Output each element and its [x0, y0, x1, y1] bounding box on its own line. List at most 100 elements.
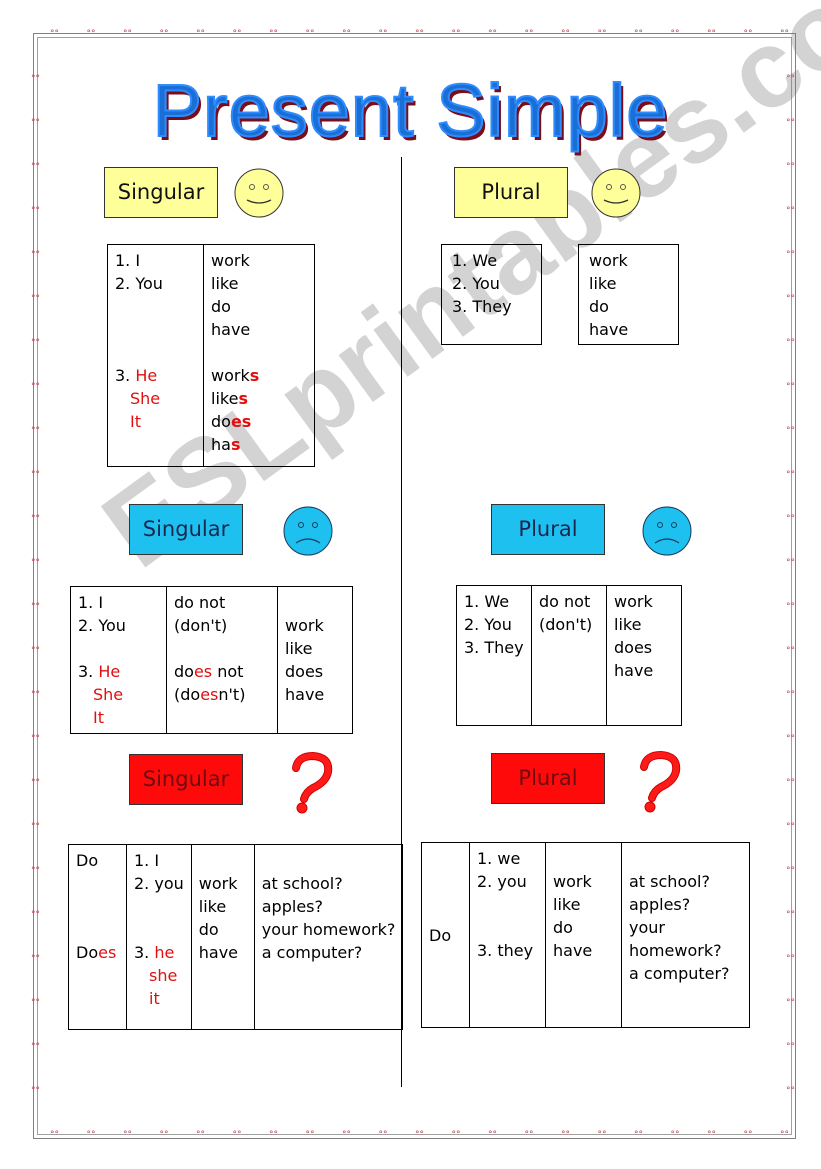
border-ornament: °°: [597, 1130, 607, 1140]
pronoun: 3. they: [477, 941, 534, 960]
verb: like: [614, 615, 642, 634]
pronoun-she: she: [149, 966, 178, 985]
border-ornament: °°: [786, 778, 795, 788]
border-ornament: °°: [786, 910, 795, 920]
border-ornament: °°: [31, 734, 40, 744]
object: a computer?: [261, 943, 363, 962]
border-ornament: °°: [780, 29, 789, 39]
border-ornament: °°: [786, 514, 795, 524]
object: apples?: [261, 897, 323, 916]
sad-face-icon: [642, 506, 692, 556]
verb: do: [553, 918, 573, 937]
verb: do: [211, 297, 231, 316]
border-ornament: °°: [31, 426, 40, 436]
pronoun: 1. I: [134, 851, 160, 870]
border-ornament: °°: [786, 998, 795, 1008]
verb: does: [285, 662, 324, 681]
pronoun-he: he: [154, 943, 175, 962]
verb: does: [614, 638, 653, 657]
verb: like: [198, 897, 227, 916]
affirmative-singular-label: Singular: [104, 167, 218, 218]
pronoun: 1. we: [477, 849, 521, 868]
border-ornament: °°: [31, 382, 40, 392]
border-ornament: °°: [31, 1042, 40, 1052]
border-ornament: °°: [305, 29, 315, 39]
border-ornament: °°: [378, 29, 388, 39]
border-ornament: °°: [780, 1130, 789, 1140]
pronoun-cell: 1. We 2. You 3. They: [456, 585, 532, 726]
verb-3rd-person: works: [211, 366, 260, 385]
pronoun-number: 3.: [134, 943, 155, 962]
pronoun-it: it: [149, 989, 160, 1008]
verb: have: [614, 661, 654, 680]
border-ornament: °°: [31, 778, 40, 788]
object: homework?: [629, 941, 722, 960]
verb-cell: work like do have: [545, 842, 622, 1028]
pronoun: 2. you: [134, 874, 184, 893]
pronoun: 1. We: [464, 592, 510, 611]
auxiliary: do not: [539, 592, 591, 611]
verb: work: [285, 616, 324, 635]
border-ornament: °°: [786, 822, 795, 832]
negative-singular-label: Singular: [129, 504, 243, 555]
verb: have: [589, 320, 629, 339]
border-ornament: °°: [634, 1130, 643, 1140]
pronoun: 3. They: [452, 297, 512, 316]
border-ornament: °°: [524, 29, 534, 39]
pronoun-she: She: [130, 389, 161, 408]
border-ornament: °°: [31, 206, 40, 216]
border-ornament: °°: [159, 29, 169, 39]
border-ornament: °°: [31, 514, 40, 524]
border-ornament: °°: [786, 338, 795, 348]
verb-cell: work like does have: [277, 586, 353, 734]
affirmative-plural-verbs: work like do have: [578, 244, 679, 345]
border-ornament: °°: [123, 1130, 132, 1140]
affirmative-plural-pronouns: 1. We 2. You 3. They: [441, 244, 542, 345]
border-ornament: °°: [786, 866, 795, 876]
pronoun-he: He: [98, 662, 121, 681]
border-ornament: °°: [31, 602, 40, 612]
object: at school?: [261, 874, 343, 893]
pronoun-number: 3.: [115, 366, 136, 385]
auxiliary-do: Do: [76, 851, 99, 870]
pronoun: 2. You: [452, 274, 500, 293]
border-ornament: °°: [743, 1130, 753, 1140]
border-ornament: °°: [488, 29, 497, 39]
affirmative-plural-label: Plural: [454, 167, 568, 218]
pronoun-cell: 1. I 2. You 3. He She It: [70, 586, 167, 734]
verb: like: [211, 274, 239, 293]
negative-singular-table: 1. I 2. You 3. He She It do not (don't) …: [70, 586, 353, 734]
border-ornament: °°: [451, 1130, 461, 1140]
pronoun: 2. You: [464, 615, 512, 634]
verb: do: [589, 297, 609, 316]
border-ornament: °°: [31, 910, 40, 920]
verb: have: [198, 943, 239, 962]
border-ornament: °°: [31, 866, 40, 876]
auxiliary-cell: Do: [421, 842, 470, 1028]
border-ornament: °°: [269, 29, 278, 39]
border-ornament: °°: [31, 998, 40, 1008]
object-cell: at school? apples? your homework? a comp…: [621, 842, 750, 1028]
verb: do: [198, 920, 219, 939]
border-ornament: °°: [50, 29, 59, 39]
border-ornament: °°: [123, 29, 132, 39]
border-ornament: °°: [31, 162, 40, 172]
verb-cell: work like do have: [190, 844, 255, 1030]
border-ornament: °°: [786, 1086, 795, 1096]
auxiliary-cell: Do Does: [68, 844, 127, 1030]
verb: like: [553, 895, 581, 914]
auxiliary: do not: [174, 593, 226, 612]
verb-3rd-person: likes: [211, 389, 248, 408]
border-ornament: °°: [31, 558, 40, 568]
border-ornament: °°: [786, 646, 795, 656]
object: your homework?: [261, 920, 396, 939]
verb: work: [198, 874, 238, 893]
pronoun: 1. We: [452, 251, 498, 270]
border-ornament: °°: [196, 1130, 205, 1140]
auxiliary-cell: do not (don't): [531, 585, 607, 726]
verb: have: [285, 685, 325, 704]
verb-cell: work like does have: [606, 585, 682, 726]
border-ornament: °°: [31, 1086, 40, 1096]
border-ornament: °°: [707, 1130, 716, 1140]
verb: like: [285, 639, 313, 658]
